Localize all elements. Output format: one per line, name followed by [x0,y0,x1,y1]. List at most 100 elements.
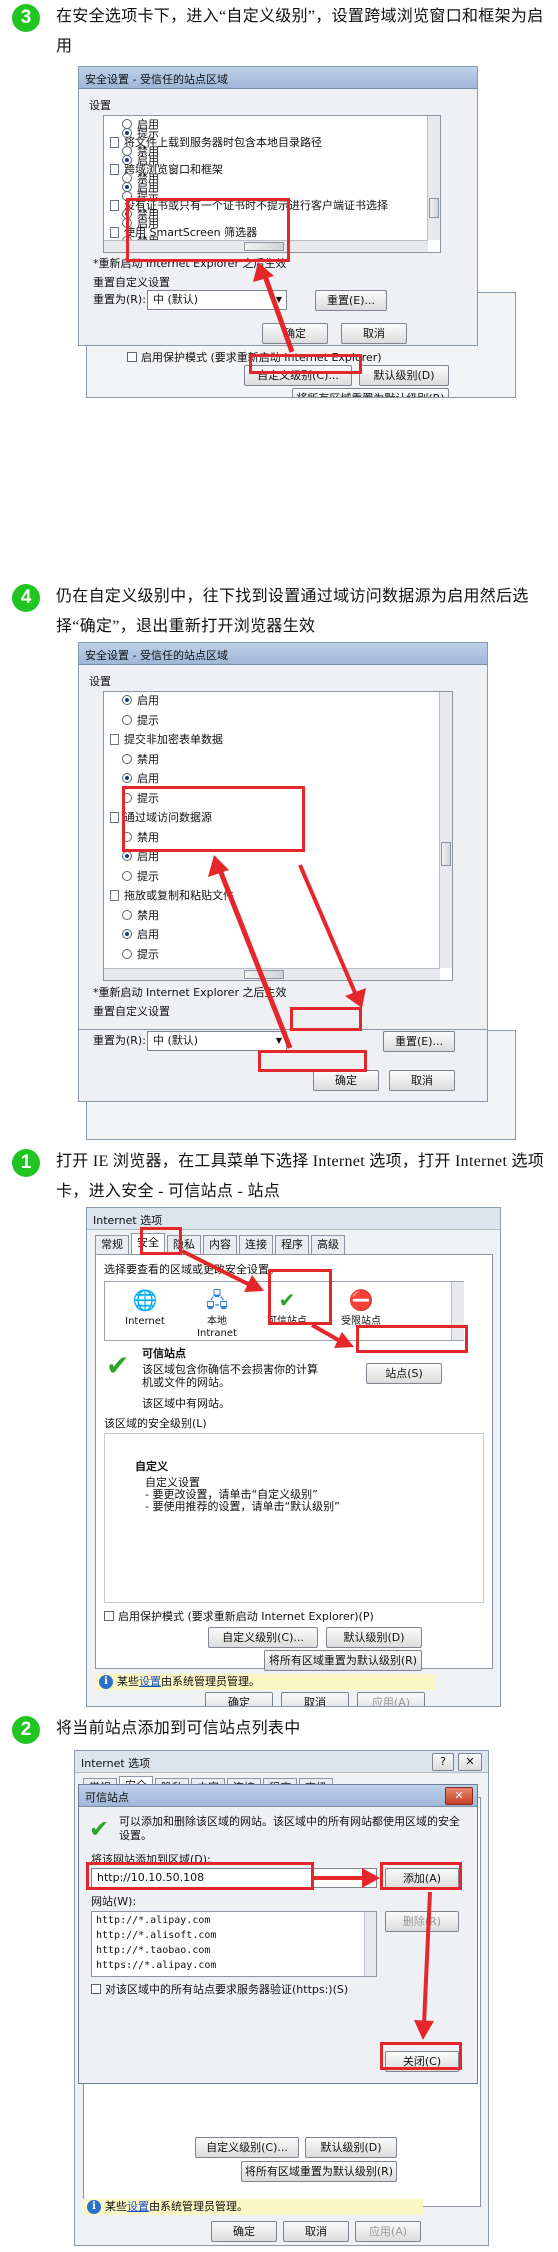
no-entry-icon: ⛔ [348,1288,374,1312]
setting-option[interactable]: 提示 [122,714,159,728]
dialog-title: 安全设置 - 受信任的站点区域 [79,67,477,89]
checkbox-icon [91,1984,101,1994]
vertical-scrollbar[interactable] [439,692,452,968]
horizontal-scrollbar[interactable] [104,968,440,980]
setting-option[interactable]: 启用 [122,850,159,864]
close-button[interactable]: ✕ [445,1787,473,1805]
default-level-button[interactable]: 默认级别(D) [359,365,449,386]
document-icon [110,227,119,238]
site-list-item[interactable]: https://*.alipay.com [96,1959,216,1973]
dialog-title: 安全设置 - 受信任的站点区域 [79,643,487,665]
sites-label: 网站(W): [91,1895,137,1908]
settings-link[interactable]: 设置 [139,1675,161,1688]
sites-button[interactable]: 站点(S) [366,1363,442,1384]
ok-button[interactable]: 确定 [205,1692,273,1706]
tab-0[interactable]: 常规 [95,1235,129,1254]
document-icon [110,812,119,823]
highlight-box [356,1325,468,1353]
tab-4[interactable]: 连接 [239,1235,273,1254]
custom-title: 自定义 [135,1460,168,1473]
default-level-button[interactable]: 默认级别(D) [305,2137,397,2158]
site-list-item[interactable]: http://*.alipay.com [96,1914,210,1928]
setting-option[interactable]: 提示 [122,870,159,884]
step-2: 2 将当前站点添加到可信站点列表中 Internet 选项 ? ✕ 常规安全隐私… [0,1712,558,2252]
admin-note: 某些设置由系统管理员管理。 [83,2199,423,2215]
radio-icon [122,753,132,764]
reset-all-zones-button[interactable]: 将所有区域重置为默认级别(R) [292,388,449,397]
reset-button[interactable]: 重置(E)... [383,1031,455,1052]
cancel-button[interactable]: 取消 [341,323,407,344]
scroll-thumb[interactable] [441,842,451,866]
reset-to-label: 重置为(R): [93,293,146,306]
vertical-scrollbar[interactable] [427,116,440,240]
setting-option[interactable]: 启用 [122,928,159,942]
settings-label: 设置 [89,675,111,688]
network-icon: 🖧 [205,1288,229,1312]
radio-icon [122,851,132,861]
tab-5[interactable]: 程序 [275,1235,309,1254]
zone-has-sites: 该区域中有网站。 [142,1397,230,1410]
highlight-box [140,1227,182,1255]
dialog-description: 可以添加和删除该区域的网站。该区域中的所有网站都使用区域的安全设置。 [119,1815,460,1842]
vertical-scrollbar[interactable] [364,1912,376,1976]
protect-mode-checkbox[interactable]: 启用保护模式 (要求重新启动 Internet Explorer)(P) [104,1610,374,1624]
custom-level-button[interactable]: 自定义级别(C)... [208,1627,318,1648]
reset-level-select[interactable]: 中 (默认) [147,1031,287,1051]
setting-header: 提交非加密表单数据 [110,733,223,747]
radio-icon [122,773,132,783]
zone-local-intranet[interactable]: 🖧 本地 Intranet [187,1286,247,1340]
step-instruction: 仍在自定义级别中，往下找到设置通过域访问数据源为启用然后选择“确定”，退出重新打… [56,588,529,635]
cancel-button[interactable]: 取消 [389,1070,455,1091]
apply-button[interactable]: 应用(A) [355,2221,421,2242]
sites-list[interactable]: http://*.alipay.com http://*.alisoft.com h… [91,1911,377,1977]
checkmark-icon: ✔ [89,1815,110,1843]
radio-icon [122,714,132,725]
setting-option[interactable]: 启用 [122,772,159,786]
step-number-badge: 4 [12,584,40,612]
reset-level-select[interactable]: 中 (默认) [147,290,287,310]
reset-group-label: 重置自定义设置 [93,1005,170,1018]
ok-button[interactable]: 确定 [211,2221,277,2242]
highlight-box [258,1050,367,1072]
apply-button[interactable]: 应用(A) [357,1692,425,1706]
zone-restricted-sites[interactable]: ⛔ 受限站点 [331,1286,391,1328]
reset-all-zones-button[interactable]: 将所有区域重置为默认级别(R) [264,1650,422,1671]
help-button[interactable]: ? [432,1753,454,1771]
highlight-box [126,198,290,262]
custom-line: - 要使用推荐的设置，请单击“默认级别” [145,1500,340,1513]
tab-6[interactable]: 高级 [311,1235,345,1254]
cancel-button[interactable]: 取消 [283,2221,349,2242]
highlight-box [380,2042,462,2070]
ok-button[interactable]: 确定 [313,1070,379,1091]
highlight-box [380,1862,462,1890]
setting-option[interactable]: 禁用 [122,909,159,923]
step-3: 3 在安全选项卡下，进入“自定义级别”，设置跨域浏览窗口和框架为启用 启用保护模… [0,0,558,400]
checkbox-icon [104,1611,114,1621]
document-icon [110,734,119,745]
scroll-thumb[interactable] [429,198,439,218]
remove-button[interactable]: 删除(R) [385,1911,459,1932]
ok-button[interactable]: 确定 [262,323,328,344]
settings-link[interactable]: 设置 [127,2200,149,2213]
custom-level-button[interactable]: 自定义级别(C)... [195,2137,299,2158]
close-button[interactable]: ✕ [458,1753,482,1771]
zone-name: 可信站点 [142,1347,186,1360]
zone-internet[interactable]: 🌐 Internet [115,1286,175,1328]
scroll-thumb[interactable] [244,970,284,979]
reset-all-zones-button[interactable]: 将所有区域重置为默认级别(R) [241,2161,397,2182]
setting-option[interactable]: 禁用 [122,753,159,767]
tab-3[interactable]: 内容 [203,1235,237,1254]
globe-icon: 🌐 [132,1288,158,1312]
setting-option[interactable]: 提示 [122,948,159,962]
setting-option[interactable]: 启用 [122,694,159,708]
settings-label: 设置 [89,99,111,112]
https-checkbox[interactable]: 对该区域中的所有站点要求服务器验证(https:)(S) [91,1983,348,1997]
reset-to-label: 重置为(R): [93,1034,146,1047]
default-level-button[interactable]: 默认级别(D) [326,1627,422,1648]
site-list-item[interactable]: http://*.taobao.com [96,1944,210,1958]
cancel-button[interactable]: 取消 [281,1692,349,1706]
restart-note: *重新启动 Internet Explorer 之后生效 [93,986,287,999]
document-icon [110,890,119,901]
site-list-item[interactable]: http://*.alisoft.com [96,1929,216,1943]
reset-button[interactable]: 重置(E)... [315,290,387,311]
